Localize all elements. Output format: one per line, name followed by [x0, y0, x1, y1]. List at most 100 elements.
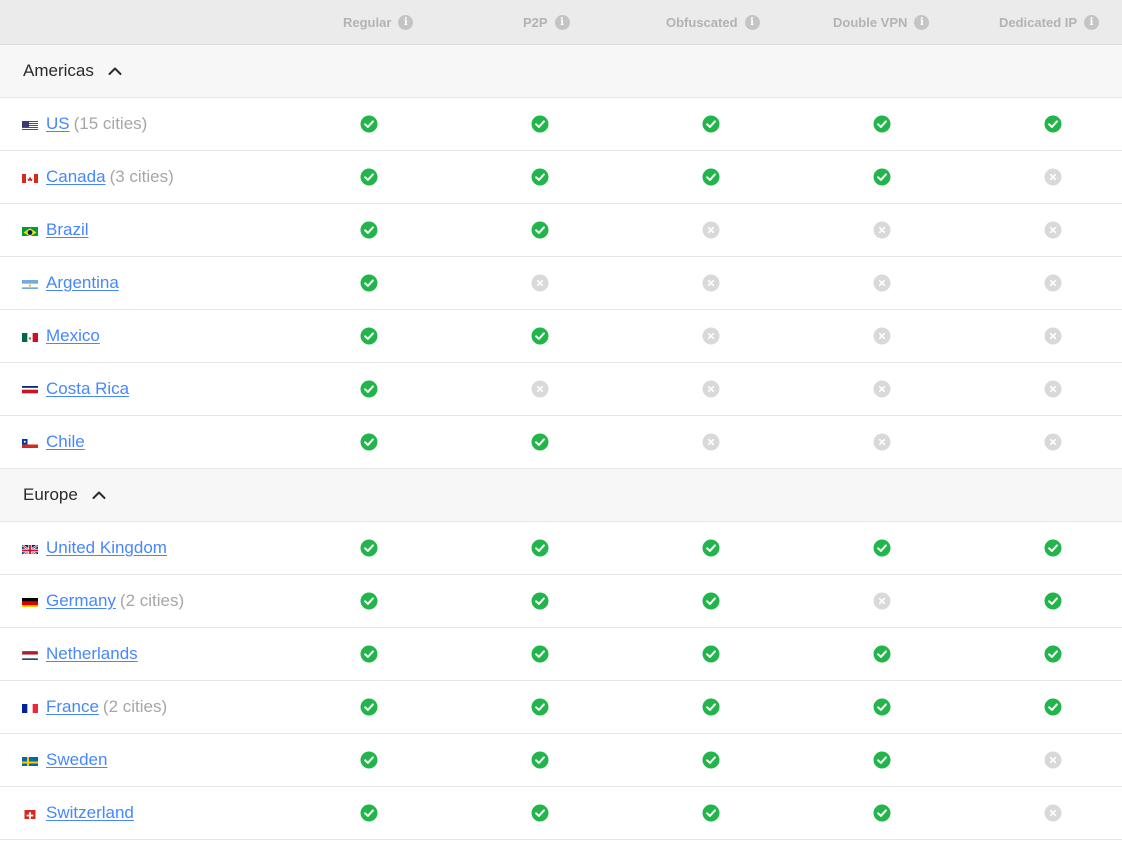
double-vpn-check-icon: [873, 751, 891, 769]
double-vpn-cross-icon: [873, 274, 891, 292]
dedicated-ip-cross-icon: [1044, 327, 1062, 345]
regular-check-icon: [360, 221, 378, 239]
country-cell: Costa Rica: [22, 379, 129, 399]
country-cell: Switzerland: [22, 803, 134, 823]
country-cell: Sweden: [22, 750, 107, 770]
obfuscated-cross-icon: [702, 380, 720, 398]
regular-check-icon: [360, 115, 378, 133]
country-link-netherlands[interactable]: Netherlands: [46, 644, 138, 664]
p2p-cross-icon: [531, 380, 549, 398]
chevron-up-icon[interactable]: [92, 490, 106, 500]
info-icon[interactable]: i: [1084, 15, 1100, 30]
flag-fr-icon: [22, 702, 38, 713]
country-row-germany: Germany (2 cities): [0, 575, 1122, 628]
country-link-us[interactable]: US: [46, 114, 70, 134]
country-link-sweden[interactable]: Sweden: [46, 750, 107, 770]
regular-check-icon: [360, 645, 378, 663]
flag-se-icon: [22, 755, 38, 766]
country-link-brazil[interactable]: Brazil: [46, 220, 89, 240]
double-vpn-check-icon: [873, 698, 891, 716]
flag-ar-icon: [22, 278, 38, 289]
obfuscated-check-icon: [702, 592, 720, 610]
obfuscated-check-icon: [702, 645, 720, 663]
country-cell: Canada (3 cities): [22, 167, 174, 187]
p2p-check-icon: [531, 751, 549, 769]
dedicated-ip-check-icon: [1044, 592, 1062, 610]
flag-ca-icon: [22, 172, 38, 183]
region-name: Americas: [23, 61, 94, 80]
obfuscated-cross-icon: [702, 274, 720, 292]
double-vpn-cross-icon: [873, 221, 891, 239]
double-vpn-check-icon: [873, 804, 891, 822]
obfuscated-check-icon: [702, 751, 720, 769]
table-body: Americas US (15 cities) Canada (3 cities…: [0, 45, 1122, 840]
country-row-sweden: Sweden: [0, 734, 1122, 787]
p2p-check-icon: [531, 698, 549, 716]
country-cell: Mexico: [22, 326, 100, 346]
p2p-check-icon: [531, 539, 549, 557]
obfuscated-cross-icon: [702, 327, 720, 345]
country-row-netherlands: Netherlands: [0, 628, 1122, 681]
country-cell: United Kingdom: [22, 538, 167, 558]
info-icon[interactable]: i: [398, 15, 414, 30]
country-link-chile[interactable]: Chile: [46, 432, 85, 452]
double-vpn-cross-icon: [873, 327, 891, 345]
country-cell: Brazil: [22, 220, 89, 240]
chevron-up-icon[interactable]: [108, 66, 122, 76]
regular-check-icon: [360, 274, 378, 292]
info-icon[interactable]: i: [554, 15, 570, 30]
country-link-united-kingdom[interactable]: United Kingdom: [46, 538, 167, 558]
server-locations-table: Regular i P2P i Obfuscated i Double VPN …: [0, 0, 1122, 840]
dedicated-ip-cross-icon: [1044, 221, 1062, 239]
dedicated-ip-cross-icon: [1044, 433, 1062, 451]
country-link-germany[interactable]: Germany: [46, 591, 116, 611]
regular-check-icon: [360, 539, 378, 557]
double-vpn-cross-icon: [873, 380, 891, 398]
country-link-argentina[interactable]: Argentina: [46, 273, 119, 293]
p2p-check-icon: [531, 221, 549, 239]
dedicated-ip-cross-icon: [1044, 274, 1062, 292]
p2p-check-icon: [531, 327, 549, 345]
double-vpn-cross-icon: [873, 592, 891, 610]
country-row-chile: Chile: [0, 416, 1122, 469]
flag-br-icon: [22, 225, 38, 236]
dedicated-ip-check-icon: [1044, 698, 1062, 716]
p2p-cross-icon: [531, 274, 549, 292]
country-row-france: France (2 cities): [0, 681, 1122, 734]
country-row-canada: Canada (3 cities): [0, 151, 1122, 204]
country-link-france[interactable]: France: [46, 697, 99, 717]
country-link-mexico[interactable]: Mexico: [46, 326, 100, 346]
city-count: (2 cities): [102, 697, 168, 716]
regular-check-icon: [360, 751, 378, 769]
country-row-mexico: Mexico: [0, 310, 1122, 363]
info-icon[interactable]: i: [744, 15, 760, 30]
column-header-double-vpn: Double VPN i: [833, 0, 930, 45]
info-icon[interactable]: i: [914, 15, 930, 30]
region-header-americas[interactable]: Americas: [0, 45, 1122, 98]
double-vpn-check-icon: [873, 115, 891, 133]
double-vpn-check-icon: [873, 645, 891, 663]
p2p-check-icon: [531, 115, 549, 133]
flag-cl-icon: [22, 437, 38, 448]
p2p-check-icon: [531, 168, 549, 186]
country-row-us: US (15 cities): [0, 98, 1122, 151]
p2p-check-icon: [531, 804, 549, 822]
country-cell: Chile: [22, 432, 85, 452]
country-link-switzerland[interactable]: Switzerland: [46, 803, 134, 823]
city-count: (2 cities): [119, 591, 185, 610]
p2p-check-icon: [531, 592, 549, 610]
country-link-costa-rica[interactable]: Costa Rica: [46, 379, 129, 399]
country-cell: Germany (2 cities): [22, 591, 184, 611]
regular-check-icon: [360, 433, 378, 451]
country-link-canada[interactable]: Canada: [46, 167, 106, 187]
region-header-europe[interactable]: Europe: [0, 469, 1122, 522]
obfuscated-check-icon: [702, 698, 720, 716]
flag-ch-icon: [22, 808, 38, 819]
regular-check-icon: [360, 168, 378, 186]
double-vpn-cross-icon: [873, 433, 891, 451]
dedicated-ip-check-icon: [1044, 539, 1062, 557]
country-cell: Netherlands: [22, 644, 138, 664]
flag-us-icon: [22, 119, 38, 130]
city-count: (15 cities): [73, 114, 148, 133]
obfuscated-check-icon: [702, 804, 720, 822]
